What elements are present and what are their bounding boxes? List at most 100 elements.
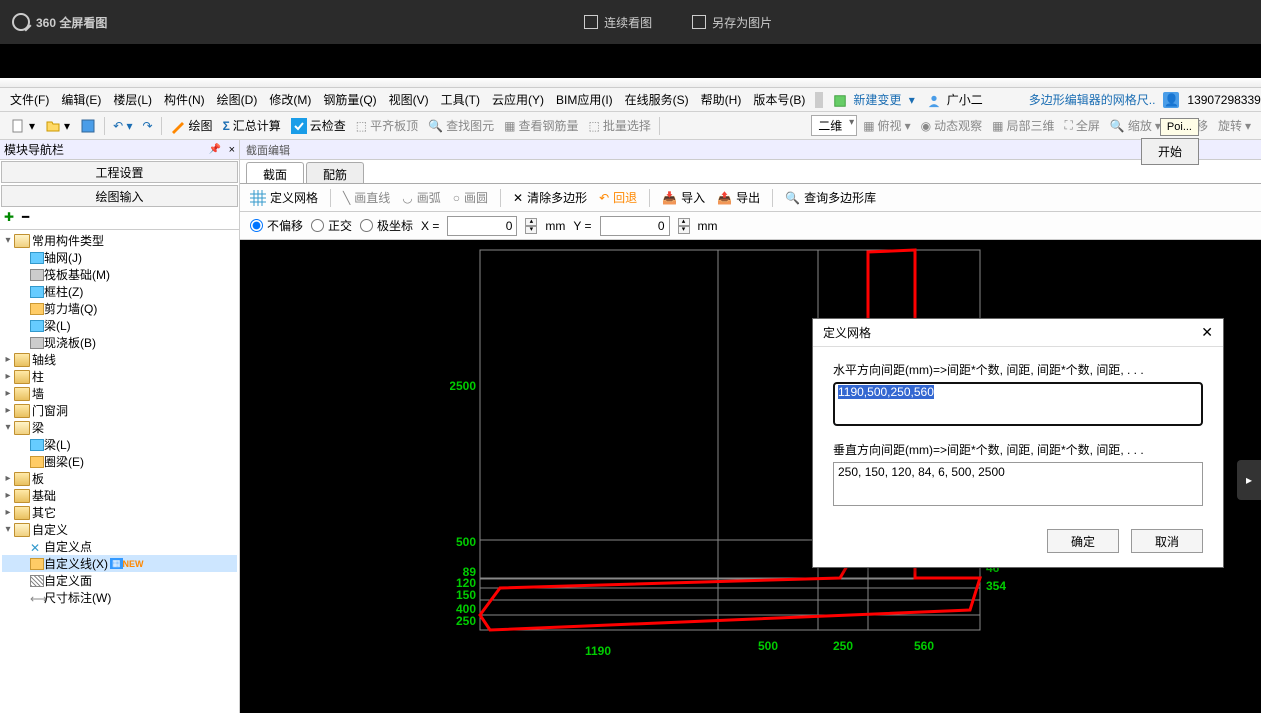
tree-frame-z[interactable]: 框柱(Z) xyxy=(2,283,237,300)
menu-tools[interactable]: 工具(T) xyxy=(437,89,484,110)
dialog-title-text: 定义网格 xyxy=(823,324,871,341)
tree-slab-b[interactable]: 现浇板(B) xyxy=(2,334,237,351)
new-change-button[interactable]: 新建变更 ▾ xyxy=(829,89,918,110)
menu-online[interactable]: 在线服务(S) xyxy=(621,89,693,110)
x-label: X = xyxy=(421,219,439,233)
menu-version[interactable]: 版本号(B) xyxy=(749,89,809,110)
tab-rebar[interactable]: 配筋 xyxy=(306,162,364,183)
draw-circle-button[interactable]: ○ 画圆 xyxy=(449,187,492,208)
fullscreen-button[interactable]: ⛶ 全屏 xyxy=(1060,115,1103,136)
tree-common-types[interactable]: ▾常用构件类型 xyxy=(2,232,237,249)
tree-custom-point[interactable]: ✕自定义点 xyxy=(2,538,237,555)
nav-icon-1[interactable]: ✚ xyxy=(4,210,18,224)
rotate-button[interactable]: 旋转 ▾ xyxy=(1214,115,1255,136)
view-rebar-button[interactable]: ▦ 查看钢筋量 xyxy=(500,115,582,136)
nav-panel-header: 模块导航栏 📌 × xyxy=(0,140,239,160)
tree-plate[interactable]: ▸板 xyxy=(2,470,237,487)
x-up[interactable]: ▴ xyxy=(525,218,537,226)
zoom-button[interactable]: 🔍 缩放 ▾ xyxy=(1106,115,1165,136)
export-button[interactable]: 📤 导出 xyxy=(713,187,764,208)
top-view-button[interactable]: ▦ 俯视 ▾ xyxy=(859,115,914,136)
import-button[interactable]: 📥 导入 xyxy=(658,187,709,208)
open-button[interactable]: ▾ xyxy=(41,116,74,136)
tree-custom-line[interactable]: 自定义线(X)▦NEW xyxy=(2,555,237,572)
menu-file[interactable]: 文件(F) xyxy=(6,89,53,110)
user-id[interactable]: 13907298339 xyxy=(1183,91,1261,109)
tree-custom[interactable]: ▾自定义 xyxy=(2,521,237,538)
redo-button[interactable]: ↷ xyxy=(138,117,156,135)
tree-door[interactable]: ▸门窗洞 xyxy=(2,402,237,419)
local-3d-button[interactable]: ▦ 局部三维 xyxy=(988,115,1058,136)
tree-wall[interactable]: ▸墙 xyxy=(2,385,237,402)
pin-icon[interactable]: 📌 xyxy=(209,144,221,155)
draw-input-section[interactable]: 绘图输入 xyxy=(1,185,238,207)
inline-user[interactable]: 广小二 xyxy=(923,89,991,110)
menu-modify[interactable]: 修改(M) xyxy=(265,89,315,110)
tree-dim-w[interactable]: ⟷尺寸标注(W) xyxy=(2,589,237,606)
tree-shear-q[interactable]: 剪力墙(Q) xyxy=(2,300,237,317)
menu-floor[interactable]: 楼层(L) xyxy=(109,89,156,110)
batch-select-button[interactable]: ⬚ 批量选择 xyxy=(584,115,654,136)
tree-beam-l[interactable]: 梁(L) xyxy=(2,317,237,334)
tree-beam-l2[interactable]: 梁(L) xyxy=(2,436,237,453)
tree-raft-m[interactable]: 筏板基础(M) xyxy=(2,266,237,283)
undo-step-button[interactable]: ↶ 回退 xyxy=(595,187,641,208)
v-spacing-input[interactable] xyxy=(833,462,1203,506)
cancel-button[interactable]: 取消 xyxy=(1131,529,1203,553)
define-grid-button[interactable]: 定义网格 xyxy=(246,187,322,208)
dynamic-view-button[interactable]: ◉ 动态观察 xyxy=(917,115,987,136)
tree-column[interactable]: ▸柱 xyxy=(2,368,237,385)
menu-help[interactable]: 帮助(H) xyxy=(697,89,746,110)
menu-edit[interactable]: 编辑(E) xyxy=(57,89,105,110)
y-down[interactable]: ▾ xyxy=(678,226,690,234)
tree-beam-folder[interactable]: ▾梁 xyxy=(2,419,237,436)
polygon-editor-link[interactable]: 多边形编辑器的网格尺.. xyxy=(1025,89,1160,110)
y-input[interactable] xyxy=(600,216,670,236)
tree-other[interactable]: ▸其它 xyxy=(2,504,237,521)
draw-arc-button[interactable]: ◡ 画弧 xyxy=(398,187,445,208)
side-expand-tab[interactable]: ▸ xyxy=(1237,460,1261,500)
tree-ring-e[interactable]: 圈梁(E) xyxy=(2,453,237,470)
menu-bim[interactable]: BIM应用(I) xyxy=(552,89,617,110)
clear-polygon-button[interactable]: ✕ 清除多边形 xyxy=(509,187,591,208)
view-mode-combo[interactable]: 二维 xyxy=(811,115,857,136)
tree-custom-face[interactable]: 自定义面 xyxy=(2,572,237,589)
tree-axis-j[interactable]: 轴网(J) xyxy=(2,249,237,266)
main-toolbar: ▾ ▾ ↶ ▾ ↷ 绘图 Σ 汇总计算 云检查 ⬚ 平齐板顶 🔍 查找图元 ▦ … xyxy=(0,112,1261,140)
cloud-check-button[interactable]: 云检查 xyxy=(287,115,350,136)
continuous-view-button[interactable]: 连续看图 xyxy=(584,14,652,31)
save-button[interactable] xyxy=(76,116,100,136)
dialog-close-icon[interactable]: ✕ xyxy=(1201,324,1213,341)
h-spacing-input[interactable]: <span class="sel"></span> xyxy=(833,382,1203,426)
ok-button[interactable]: 确定 xyxy=(1047,529,1119,553)
define-grid-dialog: 定义网格 ✕ 水平方向间距(mm)=>间距*个数, 间距, 间距*个数, 间距,… xyxy=(812,318,1224,568)
tree-foundation[interactable]: ▸基础 xyxy=(2,487,237,504)
ortho-radio[interactable]: 正交 xyxy=(311,217,352,234)
project-settings-section[interactable]: 工程设置 xyxy=(1,161,238,183)
y-up[interactable]: ▴ xyxy=(678,218,690,226)
no-offset-radio[interactable]: 不偏移 xyxy=(250,217,303,234)
tree-axis[interactable]: ▸轴线 xyxy=(2,351,237,368)
x-down[interactable]: ▾ xyxy=(525,226,537,234)
menu-draw[interactable]: 绘图(D) xyxy=(213,89,262,110)
find-elem-button[interactable]: 🔍 查找图元 xyxy=(424,115,498,136)
svg-text:150: 150 xyxy=(456,588,476,602)
draw-line-button[interactable]: ╲ 画直线 xyxy=(339,187,394,208)
x-input[interactable] xyxy=(447,216,517,236)
polar-radio[interactable]: 极坐标 xyxy=(360,217,413,234)
flatten-button[interactable]: ⬚ 平齐板顶 xyxy=(352,115,422,136)
close-panel-icon[interactable]: × xyxy=(229,144,235,156)
summary-button[interactable]: Σ 汇总计算 xyxy=(219,115,285,136)
undo-button[interactable]: ↶ ▾ xyxy=(109,117,136,135)
menu-component[interactable]: 构件(N) xyxy=(160,89,209,110)
new-doc-button[interactable]: ▾ xyxy=(6,116,39,136)
draw-button[interactable]: 绘图 xyxy=(166,115,217,136)
nav-icon-2[interactable]: ━ xyxy=(22,210,36,224)
tab-section[interactable]: 截面 xyxy=(246,162,304,183)
menu-view[interactable]: 视图(V) xyxy=(385,89,433,110)
start-button[interactable]: 开始 xyxy=(1141,138,1199,165)
save-as-image-button[interactable]: 另存为图片 xyxy=(692,14,772,31)
menu-cloud[interactable]: 云应用(Y) xyxy=(488,89,548,110)
query-library-button[interactable]: 🔍 查询多边形库 xyxy=(781,187,880,208)
menu-rebar[interactable]: 钢筋量(Q) xyxy=(319,89,380,110)
